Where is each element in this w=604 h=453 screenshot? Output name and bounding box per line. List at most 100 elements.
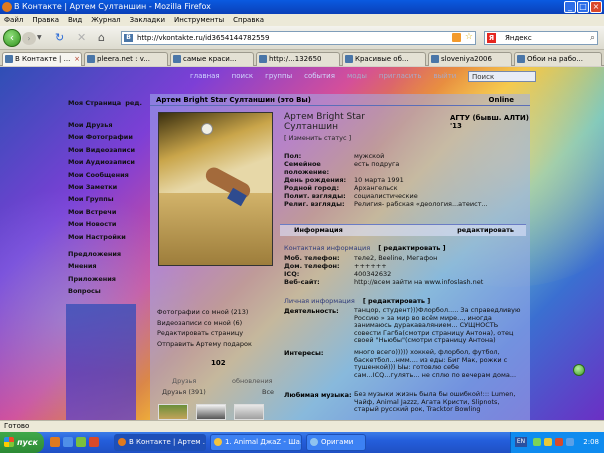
tab-sloveniya[interactable]: sloveniya2006 bbox=[428, 52, 512, 66]
site-menu-logout[interactable]: выйти bbox=[434, 72, 457, 80]
left-menu-offers[interactable]: Предложения bbox=[68, 248, 138, 260]
profile-photo[interactable] bbox=[158, 112, 273, 266]
left-ad-banner[interactable] bbox=[66, 304, 136, 420]
magnifier-icon[interactable]: ⌕ bbox=[590, 32, 595, 44]
menu-edit[interactable]: Правка bbox=[32, 14, 59, 26]
contact-key: Веб-сайт: bbox=[284, 278, 320, 286]
home-icon[interactable]: ⌂ bbox=[98, 31, 105, 44]
history-dropdown-icon[interactable]: ▼ bbox=[37, 34, 42, 41]
menu-tools[interactable]: Инструменты bbox=[174, 14, 224, 26]
left-menu-audio[interactable]: Мои Аудиозаписи bbox=[68, 156, 138, 168]
left-menu-notes[interactable]: Мои Заметки bbox=[68, 181, 138, 193]
photos-with-me-link[interactable]: Фотографии со мной (213) bbox=[157, 307, 292, 318]
friend-avatar[interactable] bbox=[196, 404, 226, 420]
videos-with-me-link[interactable]: Видеозаписи со мной (6) bbox=[157, 318, 292, 329]
change-status-link[interactable]: [ Изменить статус ] bbox=[284, 134, 351, 142]
friends-updates-tab[interactable]: обновления bbox=[232, 377, 273, 385]
back-arrow-icon[interactable]: ‹ bbox=[3, 29, 21, 47]
menu-history[interactable]: Журнал bbox=[91, 14, 120, 26]
site-menu-events[interactable]: события bbox=[304, 72, 335, 80]
taskbar-player-window[interactable]: 1. Animal ДжаZ - Ша... bbox=[210, 434, 302, 451]
friend-avatar[interactable] bbox=[158, 404, 188, 420]
info-section-title[interactable]: Информация bbox=[294, 225, 343, 236]
close-icon[interactable]: × bbox=[590, 1, 602, 13]
tab-http[interactable]: http:/...132650 bbox=[256, 52, 340, 66]
contact-value[interactable]: http://всем зайти на www.infoslash.net bbox=[354, 278, 483, 286]
contacts-edit-link[interactable]: [ редактировать ] bbox=[378, 244, 445, 252]
rss-icon[interactable] bbox=[452, 33, 461, 42]
site-menu-search[interactable]: поиск bbox=[232, 72, 254, 80]
stop-icon[interactable]: ✕ bbox=[77, 31, 86, 44]
bookmark-star-icon[interactable]: ☆ bbox=[465, 32, 473, 43]
language-indicator[interactable]: EN bbox=[515, 437, 527, 447]
info-section-edit[interactable]: редактировать bbox=[457, 225, 514, 236]
messenger-icon[interactable] bbox=[566, 438, 574, 446]
send-gift-link[interactable]: Отправить Артему подарок bbox=[157, 339, 292, 350]
left-menu-events[interactable]: Мои Встречи bbox=[68, 206, 138, 218]
contacts-title[interactable]: Контактная информация bbox=[284, 244, 370, 252]
minimize-icon[interactable]: _ bbox=[564, 1, 576, 13]
left-menu-photos[interactable]: Мои Фотографии bbox=[68, 131, 138, 143]
ie-quicklaunch-icon[interactable] bbox=[63, 437, 73, 447]
window-titlebar: В Контакте | Артем Султаншин - Mozilla F… bbox=[0, 0, 604, 14]
tab-pleera[interactable]: pleera.net : v... bbox=[84, 52, 168, 66]
search-input[interactable]: Я Яндекс ⌕ bbox=[484, 31, 598, 45]
info-value[interactable]: есть подруга bbox=[354, 160, 399, 168]
taskbar-origami-window[interactable]: Оригами bbox=[306, 434, 366, 451]
site-menu-home[interactable]: главная bbox=[190, 72, 220, 80]
left-menu-videos[interactable]: Мои Видеозаписи bbox=[68, 144, 138, 156]
contact-key: Моб. телефон: bbox=[284, 254, 340, 262]
forward-arrow-icon[interactable]: › bbox=[22, 32, 36, 45]
page-widget-icon[interactable] bbox=[573, 364, 585, 376]
yandex-icon[interactable]: Я bbox=[487, 33, 496, 43]
profile-university[interactable]: АГТУ (бывш. АЛТИ) '13 bbox=[450, 114, 530, 130]
media-quicklaunch-icon[interactable] bbox=[89, 437, 99, 447]
left-menu-news[interactable]: Мои Новости bbox=[68, 218, 138, 230]
maximize-icon[interactable]: □ bbox=[577, 1, 589, 13]
friends-all-link[interactable]: Все bbox=[262, 388, 274, 396]
left-menu-apps[interactable]: Приложения bbox=[68, 273, 138, 285]
edit-page-link[interactable]: Редактировать страницу bbox=[157, 328, 292, 339]
left-menu-friends[interactable]: Мои Друзья bbox=[68, 119, 138, 131]
left-menu-edit-link[interactable]: ред. bbox=[125, 99, 142, 107]
reload-icon[interactable]: ↻ bbox=[55, 31, 64, 44]
menu-file[interactable]: Файл bbox=[4, 14, 23, 26]
tab-krasivye[interactable]: самые краси... bbox=[170, 52, 254, 66]
info-value[interactable]: социалистические bbox=[354, 192, 418, 200]
personal-edit-link[interactable]: [ редактировать ] bbox=[363, 297, 430, 305]
left-menu-messages[interactable]: Мои Сообщения bbox=[68, 169, 138, 181]
left-menu-settings[interactable]: Мои Настройки bbox=[68, 231, 138, 243]
site-menu-groups[interactable]: группы bbox=[265, 72, 292, 80]
info-value[interactable]: мужской bbox=[354, 152, 384, 160]
url-input[interactable]: B http://vkontakte.ru/id3654144782559 ☆ bbox=[121, 31, 476, 45]
antivirus-icon[interactable] bbox=[555, 438, 563, 446]
network-icon[interactable] bbox=[533, 438, 541, 446]
left-menu-questions[interactable]: Вопросы bbox=[68, 285, 138, 297]
online-status: Online bbox=[488, 96, 514, 104]
url-text: http://vkontakte.ru/id3654144782559 bbox=[137, 34, 270, 42]
personal-title[interactable]: Личная информация bbox=[284, 297, 355, 305]
site-menu-mods[interactable]: моды bbox=[347, 72, 367, 80]
tab-close-icon[interactable]: × bbox=[74, 53, 80, 65]
tab-krasivye-ob[interactable]: Красивые об... bbox=[342, 52, 426, 66]
site-menu-invite[interactable]: пригласить bbox=[379, 72, 422, 80]
info-value[interactable]: 10 марта 1991 bbox=[354, 176, 404, 184]
left-menu-opinions[interactable]: Мнения bbox=[68, 260, 138, 272]
menu-bookmarks[interactable]: Закладки bbox=[130, 14, 165, 26]
volume-icon[interactable] bbox=[544, 438, 552, 446]
site-search-input[interactable]: Поиск bbox=[468, 71, 536, 82]
tab-oboi[interactable]: Обои на рабо... bbox=[514, 52, 602, 66]
friend-avatar[interactable] bbox=[234, 404, 264, 420]
taskbar-firefox-window[interactable]: В Контакте | Артем ... bbox=[114, 434, 206, 451]
tab-vkontakte[interactable]: В Контакте | ... × bbox=[2, 52, 82, 66]
left-menu-my-page[interactable]: Моя Страница ред. bbox=[68, 99, 142, 119]
start-button[interactable]: пуск bbox=[0, 432, 44, 453]
desktop-quicklaunch-icon[interactable] bbox=[76, 437, 86, 447]
friends-tab[interactable]: Друзья bbox=[172, 377, 196, 385]
firefox-quicklaunch-icon[interactable] bbox=[50, 437, 60, 447]
menu-view[interactable]: Вид bbox=[68, 14, 82, 26]
info-value[interactable]: Религия- рабская «деология...атеист... bbox=[354, 200, 488, 208]
left-menu-groups[interactable]: Мои Группы bbox=[68, 193, 138, 205]
menu-help[interactable]: Справка bbox=[233, 14, 264, 26]
info-value[interactable]: Архангельск bbox=[354, 184, 398, 192]
